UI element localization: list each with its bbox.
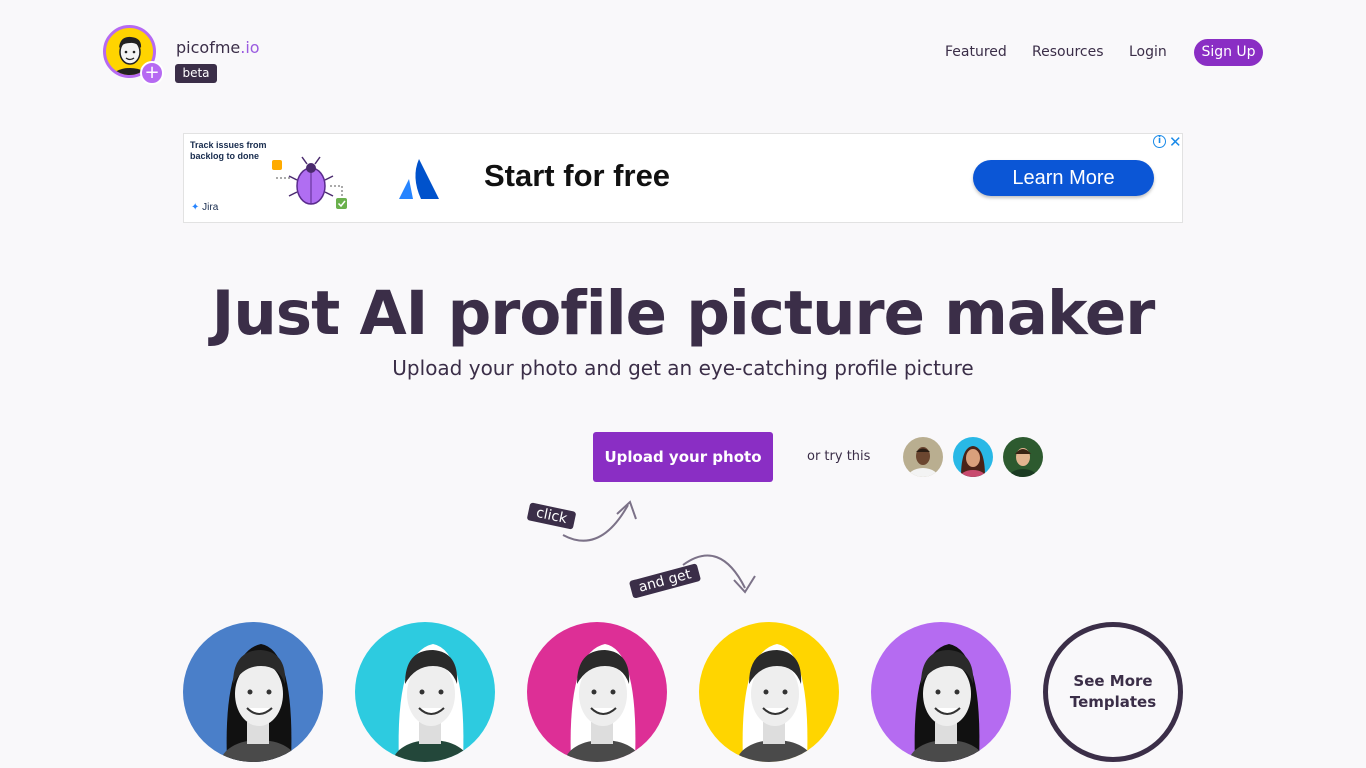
template-1[interactable] bbox=[183, 622, 323, 762]
template-3[interactable] bbox=[527, 622, 667, 762]
template-5[interactable] bbox=[871, 622, 1011, 762]
template-4[interactable] bbox=[699, 622, 839, 762]
template-2[interactable] bbox=[355, 622, 495, 762]
see-more-templates-button[interactable]: See More Templates bbox=[1043, 622, 1183, 762]
